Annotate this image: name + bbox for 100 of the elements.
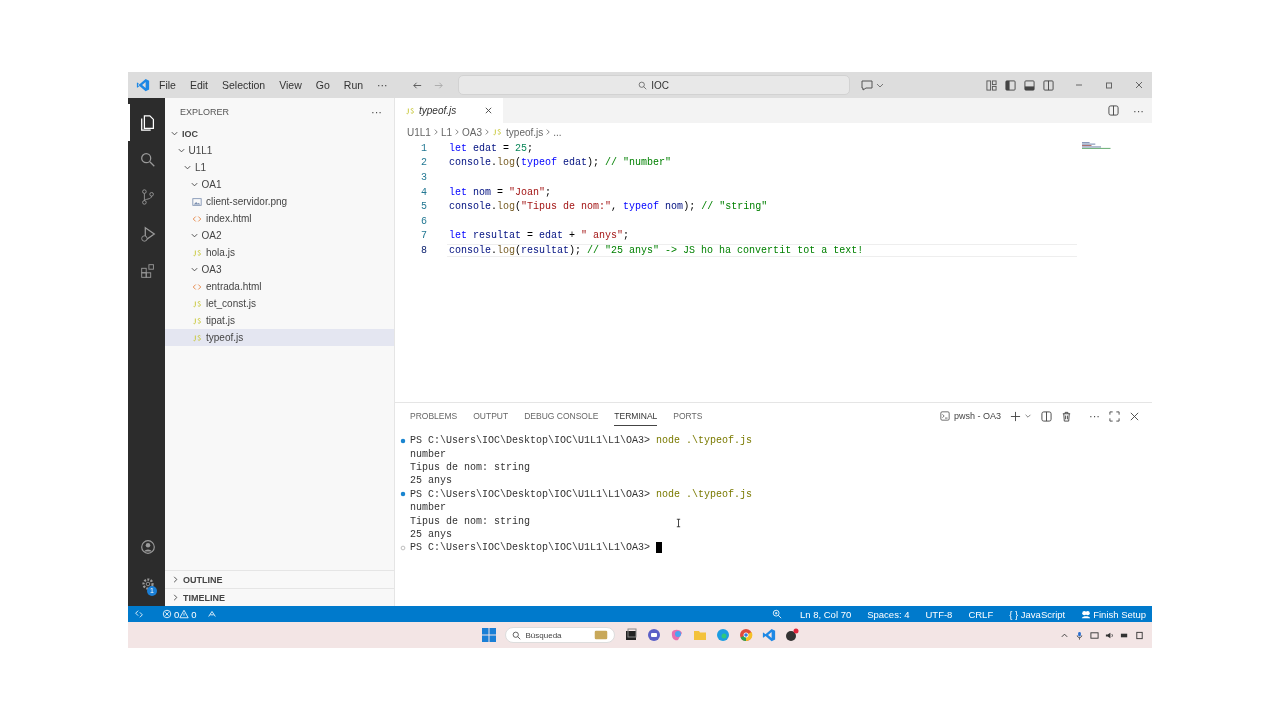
command-search-field[interactable]: IOC [457,75,850,95]
panel-tab[interactable]: TERMINAL [614,406,658,426]
extensions-icon[interactable] [138,261,157,280]
microphone-icon[interactable] [1075,630,1084,640]
tree-item[interactable]: entrada.html [165,278,394,295]
code-line: let nom = "Joan"; [448,186,553,198]
line-ending-status[interactable]: CRLF [968,608,994,620]
terminal-selector[interactable]: pwsh - OA3 [939,411,1001,421]
cursor-position[interactable]: Ln 8, Col 70 [800,608,852,620]
js-file-icon [192,315,202,326]
more-actions-button[interactable]: ··· [371,105,382,118]
terminal-line: Tipus de nom: string [410,461,531,473]
close-icon[interactable] [1134,80,1144,90]
js-file-icon [492,127,503,137]
layout-icon[interactable] [986,79,997,91]
line-number: 8 [420,244,427,256]
sidebar-title: EXPLORER [180,106,230,117]
menu-item[interactable]: View [279,79,302,91]
panel-tab[interactable]: PORTS [673,406,703,426]
volume-icon[interactable] [1105,630,1114,640]
language-mode[interactable]: { } JavaScript [1009,608,1066,620]
add-terminal-icon[interactable] [1010,410,1021,422]
problems-status[interactable]: 0 0 [162,608,197,620]
menu-item[interactable]: Run [343,79,364,91]
tree-item[interactable]: hola.js [165,244,394,261]
html-file-icon [192,281,202,292]
tree-item[interactable]: tipat.js [165,312,394,329]
tree-item[interactable]: typeof.js [165,329,394,346]
terminal-line: Tipus de nom: string [410,515,531,527]
breadcrumb-item[interactable]: ... [553,126,562,138]
image-file-icon [192,196,202,207]
tree-item[interactable]: IOC [165,125,394,142]
panel-tab[interactable]: OUTPUT [473,406,509,426]
breadcrumb-item[interactable]: typeof.js [492,126,544,138]
menu-item[interactable]: Selection [222,79,266,91]
chevron-icon [544,128,553,136]
more-actions-button[interactable]: ··· [1133,104,1144,117]
tree-item[interactable]: U1L1 [165,142,394,159]
restore-icon[interactable] [1104,80,1114,90]
error-icon [162,609,172,619]
breadcrumb-item[interactable]: U1L1 [407,126,431,138]
tree-item[interactable]: let_const.js [165,295,394,312]
network-icon[interactable] [1090,630,1099,640]
tree-item[interactable]: OA1 [165,176,394,193]
menu-item[interactable]: Go [315,79,330,91]
files-icon[interactable] [138,113,157,132]
trash-icon[interactable] [1061,410,1072,422]
zoom-icon[interactable] [772,609,782,619]
ports-icon[interactable] [206,609,217,619]
run-debug-icon[interactable] [138,224,157,243]
terminal-line: PS C:\Users\IOC\Desktop\IOC\U1L1\L1\OA3> [410,542,651,554]
close-panel-icon[interactable] [1129,410,1140,422]
maximize-panel-icon[interactable] [1109,410,1120,422]
tree-item[interactable]: OA2 [165,227,394,244]
more-menu[interactable]: ··· [377,79,388,91]
line-number: 4 [420,186,427,198]
tree-item[interactable]: L1 [165,159,394,176]
tree-item[interactable]: client-servidor.png [165,193,394,210]
split-layout-icon[interactable] [1043,79,1054,91]
line-number: 6 [420,215,427,227]
chevron-icon[interactable] [1024,412,1032,420]
editor-tab[interactable]: typeof.js [395,98,504,123]
remote-icon[interactable] [134,609,144,619]
menu-item[interactable]: File [159,79,176,91]
close-icon[interactable] [484,106,494,115]
account-icon[interactable] [138,537,157,556]
line-number: 3 [420,172,427,183]
panel-toggle-icon[interactable] [1024,79,1035,91]
menu-item[interactable]: Edit [189,79,208,91]
finish-setup-button[interactable]: Finish Setup [1081,608,1146,620]
chat-app-icon[interactable] [646,628,661,642]
search-icon[interactable] [138,150,157,169]
indentation-status[interactable]: Spaces: 4 [867,608,910,620]
js-file-icon [405,105,415,116]
line-number: 1 [420,142,427,154]
code-line: console.log(resultat); // "25 anys" -> JS ho ha convertit tot a text! [447,243,1077,257]
taskbar-search-field[interactable]: Búsqueda [504,627,615,643]
split-terminal-icon[interactable] [1041,410,1052,422]
terminal-line: PS C:\Users\IOC\Desktop\IOC\U1L1\L1\OA3> node .\typeof.js [410,435,753,447]
encoding-status[interactable]: UTF-8 [925,608,953,620]
split-editor-icon[interactable] [1108,105,1119,116]
section-header[interactable]: OUTLINE [165,570,394,588]
line-number: 5 [420,201,427,213]
more-actions-button[interactable]: ··· [1089,410,1100,422]
notifications-icon[interactable] [1135,630,1144,640]
chat-icon[interactable] [859,79,884,91]
code-line: let resultat = edat + " anys"; [448,230,631,242]
panel-tab[interactable]: DEBUG CONSOLE [524,406,599,426]
js-file-icon [192,298,202,309]
breadcrumb-item[interactable]: OA3 [462,126,483,138]
windows-start-icon[interactable] [481,628,496,642]
tree-item[interactable]: index.html [165,210,394,227]
terminal-line: number [410,448,446,460]
panel-tab[interactable]: PROBLEMS [410,406,458,426]
app-icon[interactable] [784,628,799,642]
tree-item[interactable]: OA3 [165,261,394,278]
breadcrumb-item[interactable]: L1 [440,126,453,138]
sidebar-toggle-icon[interactable] [1005,79,1016,91]
terminal-icon [939,411,950,421]
task-view-icon[interactable] [623,628,638,642]
